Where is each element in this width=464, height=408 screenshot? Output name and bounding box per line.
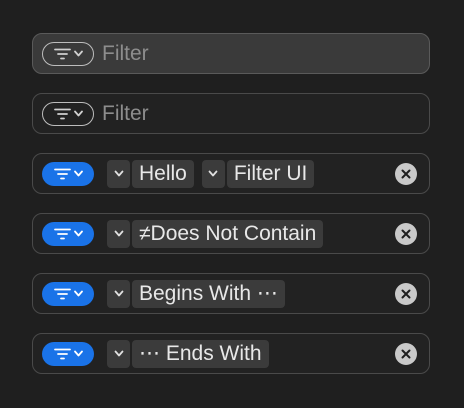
filter-icon xyxy=(53,228,71,239)
chevron-down-icon xyxy=(114,290,123,297)
chevron-down-icon xyxy=(114,350,123,357)
token-dropdown[interactable] xyxy=(107,159,130,188)
chevron-down-icon xyxy=(73,350,83,357)
token-dropdown[interactable] xyxy=(201,159,225,188)
filter-token[interactable]: Filter UI xyxy=(226,159,315,188)
clear-button[interactable] xyxy=(395,163,417,185)
filter-field[interactable]: Filter xyxy=(32,93,430,134)
filter-token[interactable]: ≠Does Not Contain xyxy=(132,219,324,248)
filter-field-active[interactable]: ⋯ Ends With xyxy=(32,333,430,374)
filter-menu-button[interactable] xyxy=(42,221,94,246)
filter-menu-button[interactable] xyxy=(42,281,94,306)
clear-button[interactable] xyxy=(395,223,417,245)
filter-icon xyxy=(53,168,71,179)
filter-token[interactable]: Begins With ⋯ xyxy=(132,279,285,308)
clear-button[interactable] xyxy=(395,343,417,365)
filter-menu-button[interactable] xyxy=(42,41,94,66)
filter-placeholder: Filter xyxy=(102,101,149,125)
filter-field-active[interactable]: Begins With ⋯ xyxy=(32,273,430,314)
filter-menu-button[interactable] xyxy=(42,341,94,366)
filter-icon xyxy=(53,108,71,119)
filter-field-focused[interactable]: Filter xyxy=(32,33,430,74)
token-dropdown[interactable] xyxy=(107,279,130,308)
chevron-down-icon xyxy=(114,230,123,237)
clear-circle-x-icon xyxy=(401,229,411,239)
filter-token[interactable]: ⋯ Ends With xyxy=(132,339,269,368)
clear-circle-x-icon xyxy=(401,349,411,359)
filter-field-active[interactable]: Hello Filter UI xyxy=(32,153,430,194)
chevron-down-icon xyxy=(114,170,123,177)
token-dropdown[interactable] xyxy=(107,219,130,248)
chevron-down-icon xyxy=(208,170,218,177)
filter-icon xyxy=(53,348,71,359)
chevron-down-icon xyxy=(73,290,83,297)
filter-menu-button[interactable] xyxy=(42,161,94,186)
filter-placeholder: Filter xyxy=(102,41,149,65)
filter-menu-button[interactable] xyxy=(42,101,94,126)
filter-field-active[interactable]: ≠Does Not Contain xyxy=(32,213,430,254)
clear-circle-x-icon xyxy=(401,169,411,179)
chevron-down-icon xyxy=(73,50,83,57)
clear-circle-x-icon xyxy=(401,289,411,299)
filter-icon xyxy=(53,288,71,299)
token-dropdown[interactable] xyxy=(107,339,130,368)
clear-button[interactable] xyxy=(395,283,417,305)
filter-token[interactable]: Hello xyxy=(132,159,194,188)
chevron-down-icon xyxy=(73,110,83,117)
filter-icon xyxy=(53,48,71,59)
chevron-down-icon xyxy=(73,170,83,177)
chevron-down-icon xyxy=(73,230,83,237)
